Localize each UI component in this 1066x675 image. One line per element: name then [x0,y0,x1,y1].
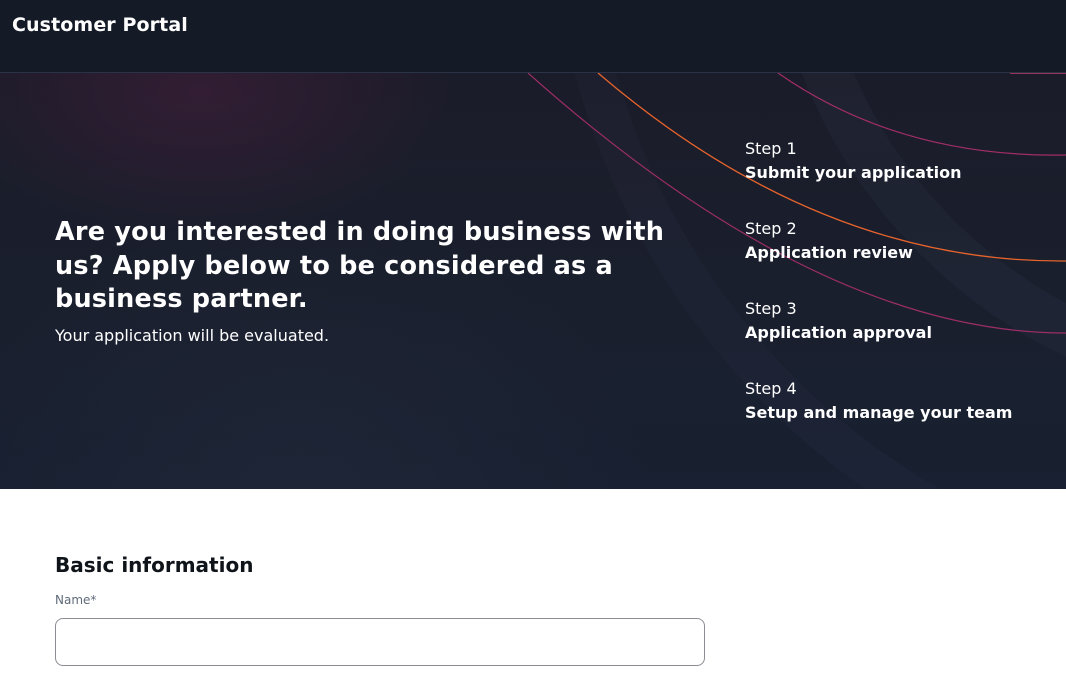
step-title: Submit your application [745,163,962,182]
application-form: Basic information Name* [0,489,1066,675]
hero-subheading: Your application will be evaluated. [55,326,330,345]
hero-banner: Are you interested in doing business wit… [0,73,1066,489]
step-number: Step 4 [745,379,797,398]
step-title: Application approval [745,323,932,342]
top-navigation-bar: Customer Portal [0,0,1066,73]
step-2: Step 2 Application review [745,219,1045,299]
step-number: Step 3 [745,299,797,318]
step-title: Setup and manage your team [745,403,1013,422]
name-input[interactable] [55,618,705,666]
name-field-label: Name* [55,593,97,607]
hero-heading: Are you interested in doing business wit… [55,217,665,314]
portal-title[interactable]: Customer Portal [12,14,188,36]
step-title: Application review [745,243,913,262]
step-4: Step 4 Setup and manage your team [745,379,1045,459]
step-number: Step 1 [745,139,797,158]
section-title-basic-information: Basic information [55,553,254,577]
step-1: Step 1 Submit your application [745,139,1045,219]
step-3: Step 3 Application approval [745,299,1045,379]
step-number: Step 2 [745,219,797,238]
application-steps: Step 1 Submit your application Step 2 Ap… [745,139,1045,459]
